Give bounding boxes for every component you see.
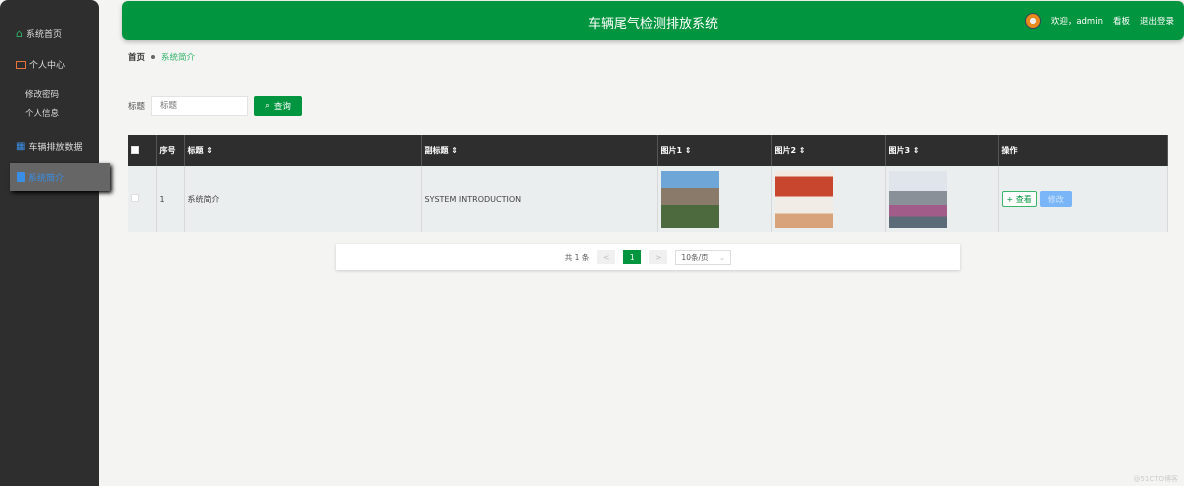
page-size-select[interactable]: 10条/页 ⌄ [675, 249, 732, 265]
col-image2[interactable]: 图片2 ⇕ [771, 135, 886, 166]
col-title[interactable]: 标题 ⇕ [184, 135, 422, 166]
sidebar-item-home[interactable]: ⌂ 系统首页 [16, 27, 62, 40]
welcome-text: 欢迎，admin [1050, 17, 1103, 27]
header: 车辆尾气检测排放系统 欢迎，admin 看板 退出登录 [122, 1, 1184, 40]
sidebar-item-change-password[interactable]: 修改密码 [25, 88, 59, 100]
total-count: 共 1 条 [564, 252, 590, 262]
image3-thumbnail[interactable] [888, 170, 947, 228]
search-icon: ⌕ [265, 101, 270, 111]
col-actions: 操作 [998, 135, 1168, 166]
col-image1[interactable]: 图片1 ⇕ [657, 135, 772, 166]
row-checkbox[interactable] [131, 194, 139, 202]
search-bar: 标题 ⌕查询 [128, 96, 303, 116]
edit-button[interactable]: 修改 [1039, 191, 1072, 207]
row-index: 1 [156, 166, 185, 232]
image2-thumbnail[interactable] [774, 170, 833, 228]
breadcrumb-home[interactable]: 首页 [128, 51, 145, 63]
breadcrumb-current: 系统简介 [161, 53, 196, 63]
sidebar-item-personal-center[interactable]: 个人中心 [16, 58, 65, 71]
next-page-button[interactable]: > [649, 250, 668, 264]
card-icon [16, 60, 26, 69]
search-button[interactable]: ⌕ 查询 [254, 96, 303, 116]
select-all-checkbox[interactable] [131, 145, 139, 154]
logout-link[interactable]: 退出登录 [1140, 15, 1174, 27]
row-subtitle: SYSTEM INTRODUCTION [421, 166, 658, 232]
col-index: 序号 [156, 135, 185, 166]
page-1-button[interactable]: 1 [623, 250, 642, 264]
data-table: 序号 标题 ⇕ 副标题 ⇕ 图片1 ⇕ 图片2 ⇕ 图片3 ⇕ 操作 1 系统简… [128, 135, 1168, 232]
view-button[interactable]: + 查看 [1001, 191, 1037, 207]
prev-page-button[interactable]: < [597, 250, 616, 264]
pagination: 共 1 条 < 1 > 10条/页 ⌄ [336, 244, 960, 270]
clipboard-icon [17, 172, 25, 182]
separator-dot-icon [151, 55, 156, 59]
title-search-input[interactable] [151, 96, 249, 116]
board-link[interactable]: 看板 [1113, 15, 1130, 27]
watermark: @51CTO博客 [1133, 475, 1178, 483]
avatar [1024, 13, 1041, 29]
col-image3[interactable]: 图片3 ⇕ [885, 135, 999, 166]
row-title: 系统简介 [184, 166, 422, 232]
sidebar-item-emission-data[interactable]: ▦ 车辆排放数据 [16, 140, 82, 153]
table-header: 序号 标题 ⇕ 副标题 ⇕ 图片1 ⇕ 图片2 ⇕ 图片3 ⇕ 操作 [128, 135, 1168, 166]
chevron-down-icon: ⌄ [718, 252, 726, 262]
home-icon: ⌂ [16, 27, 23, 40]
image1-thumbnail[interactable] [660, 170, 719, 228]
grid-icon: ▦ [16, 141, 26, 152]
sidebar-item-personal-info[interactable]: 个人信息 [25, 107, 59, 119]
search-label: 标题 [128, 102, 146, 112]
table-row: 1 系统简介 SYSTEM INTRODUCTION + 查看 修改 [128, 166, 1168, 232]
col-subtitle[interactable]: 副标题 ⇕ [421, 135, 658, 166]
sidebar: ⌂ 系统首页 个人中心 修改密码 个人信息 ▦ 车辆排放数据 系统简介 [0, 0, 110, 486]
breadcrumb: 首页 系统简介 [128, 51, 195, 63]
sidebar-item-system-intro[interactable]: 系统简介 [10, 163, 110, 191]
